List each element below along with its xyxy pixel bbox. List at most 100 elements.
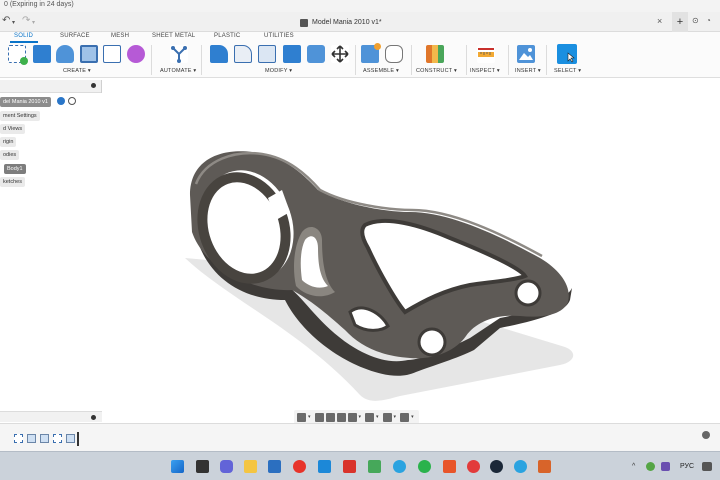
active-component-icon[interactable] (57, 97, 65, 105)
tab-sheet-metal[interactable]: SHEET METAL (152, 33, 195, 39)
modify-group-label[interactable]: MODIFY ▾ (265, 68, 292, 74)
new-tab-button[interactable]: + (672, 12, 688, 32)
display-dropdown-icon[interactable]: ▾ (376, 414, 379, 420)
grid-settings-icon[interactable] (382, 412, 392, 422)
fillet-icon[interactable] (234, 45, 252, 63)
fusion-app-icon[interactable] (538, 460, 551, 473)
yandex-browser-icon[interactable] (293, 460, 306, 473)
job-status-icon[interactable]: ⊙ (692, 16, 699, 25)
orbit-icon[interactable] (297, 412, 306, 422)
panel-options-icon[interactable] (91, 83, 96, 88)
browser-root-node[interactable]: del Mania 2010 v1 (0, 97, 51, 107)
wifi-icon[interactable] (702, 462, 712, 471)
tray-app-2-icon[interactable] (661, 462, 670, 471)
zoom-icon[interactable] (336, 412, 346, 422)
telegram-2-icon[interactable] (514, 460, 527, 473)
comments-options-icon[interactable] (91, 415, 96, 420)
browser-node-sketches[interactable]: ketches (0, 177, 25, 187)
canvas-viewport[interactable] (0, 79, 720, 422)
timeline-feature-icon[interactable] (66, 434, 75, 443)
fit-dropdown-icon[interactable]: ▾ (359, 414, 362, 420)
mail-icon[interactable] (318, 460, 331, 473)
browser-node-origin[interactable]: rigin (0, 137, 17, 147)
revolve-icon[interactable] (56, 45, 74, 63)
look-at-icon[interactable] (314, 412, 324, 422)
undo-dropdown-icon[interactable]: ▾ (12, 19, 15, 26)
create-form-icon[interactable] (127, 45, 145, 63)
yandex-icon[interactable] (467, 460, 480, 473)
timeline-feature-icon[interactable] (27, 434, 36, 443)
language-indicator[interactable]: РУС (680, 463, 694, 470)
chamfer-icon[interactable] (258, 45, 276, 63)
radio-activate-icon[interactable] (68, 97, 76, 105)
teams-chat-icon[interactable] (220, 460, 233, 473)
display-settings-icon[interactable] (365, 412, 375, 422)
construct-group-label[interactable]: CONSTRUCT ▾ (416, 68, 457, 74)
app-orange-icon[interactable] (443, 460, 456, 473)
tray-app-icon[interactable] (646, 462, 655, 471)
group-separator (151, 45, 152, 75)
move-copy-icon[interactable] (331, 45, 349, 63)
windows-start-icon[interactable] (171, 460, 184, 473)
browser-node-named-views[interactable]: d Views (0, 124, 26, 134)
timeline-marker[interactable] (77, 432, 79, 446)
comments-panel-header[interactable] (0, 411, 102, 422)
tab-utilities[interactable]: UTILITIES (264, 33, 294, 39)
create-group-label[interactable]: CREATE ▾ (63, 68, 91, 74)
browser-node-bodies[interactable]: odies (0, 150, 20, 160)
assemble-group-label[interactable]: ASSEMBLE ▾ (363, 68, 399, 74)
insert-group-label[interactable]: INSERT ▾ (515, 68, 541, 74)
browser-node-body1[interactable]: Body1 (4, 164, 26, 174)
extrude-icon[interactable] (33, 45, 51, 63)
tab-plastic[interactable]: PLASTIC (214, 33, 240, 39)
automate-group-label[interactable]: AUTOMATE ▾ (160, 68, 196, 74)
hole-icon[interactable] (80, 45, 98, 63)
timeline-settings-icon[interactable] (702, 431, 710, 439)
app-3-icon[interactable] (368, 460, 381, 473)
tab-surface[interactable]: SURFACE (60, 33, 90, 39)
undo-icon[interactable]: ↶ (2, 15, 10, 26)
timeline-feature-icon[interactable] (40, 434, 49, 443)
office-icon[interactable] (343, 460, 356, 473)
timeline-sketch-icon[interactable] (14, 434, 23, 443)
measure-icon[interactable] (477, 45, 495, 63)
fit-icon[interactable] (347, 412, 357, 422)
grid-dropdown-icon[interactable]: ▾ (394, 414, 397, 420)
task-view-icon[interactable] (196, 460, 209, 473)
select-group-label[interactable]: SELECT ▾ (554, 68, 581, 74)
offset-plane-icon[interactable] (426, 45, 444, 63)
browser-node-document-settings[interactable]: ment Settings (0, 111, 40, 121)
store-icon[interactable] (268, 460, 281, 473)
orbit-dropdown-icon[interactable]: ▾ (308, 414, 311, 420)
combine-icon[interactable] (307, 45, 325, 63)
new-component-icon[interactable] (361, 43, 381, 63)
press-pull-icon[interactable] (210, 45, 228, 63)
tray-overflow-icon[interactable]: ^ (632, 463, 640, 471)
redo-dropdown-icon[interactable]: ▾ (32, 19, 35, 26)
steam-icon[interactable] (490, 460, 503, 473)
group-separator (508, 45, 509, 75)
pan-icon[interactable] (325, 412, 335, 422)
select-icon[interactable] (557, 44, 577, 64)
timeline-sketch-icon[interactable] (53, 434, 62, 443)
file-explorer-icon[interactable] (244, 460, 257, 473)
tab-solid[interactable]: SOLID (14, 33, 33, 39)
joint-icon[interactable] (385, 45, 403, 63)
whatsapp-icon[interactable] (418, 460, 431, 473)
redo-icon[interactable]: ↷ (22, 15, 30, 26)
viewports-icon[interactable] (400, 412, 410, 422)
group-separator (411, 45, 412, 75)
insert-image-icon[interactable] (517, 45, 535, 63)
browser-panel-header[interactable] (0, 80, 102, 93)
viewports-dropdown-icon[interactable]: ▾ (411, 414, 414, 420)
document-tab[interactable]: Model Mania 2010 v1* (300, 15, 382, 30)
close-tab-icon[interactable]: × (657, 16, 662, 26)
tab-mesh[interactable]: MESH (111, 33, 129, 39)
pattern-icon[interactable] (103, 45, 121, 63)
automate-icon[interactable] (170, 45, 188, 63)
create-sketch-icon[interactable] (8, 45, 28, 65)
inspect-group-label[interactable]: INSPECT ▾ (470, 68, 500, 74)
shell-icon[interactable] (283, 45, 301, 63)
telegram-icon[interactable] (393, 460, 406, 473)
notifications-icon[interactable]: ◔ (706, 16, 711, 25)
